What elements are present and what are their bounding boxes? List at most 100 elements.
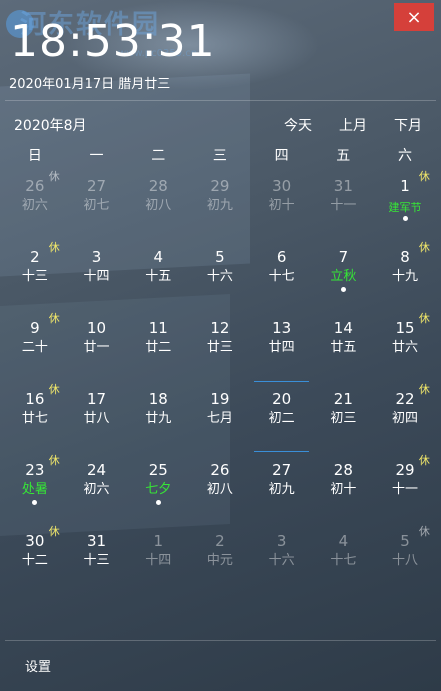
- holiday-badge: 休: [418, 312, 430, 325]
- day-cell[interactable]: 2 中元: [189, 523, 251, 594]
- event-dot-icon: [32, 500, 38, 505]
- day-cell[interactable]: 10 廿一: [66, 310, 128, 381]
- day-cell[interactable]: 7 立秋: [313, 239, 375, 310]
- day-cell[interactable]: 28 初八: [127, 168, 189, 239]
- day-cell[interactable]: 12 廿三: [189, 310, 251, 381]
- lunar-date: 初八: [206, 482, 233, 497]
- weekday-header: 日 一 二 三 四 五 六: [4, 145, 436, 165]
- day-cell[interactable]: 1 十四: [127, 523, 189, 594]
- day-number: 3: [276, 532, 287, 550]
- day-number: 1: [153, 532, 163, 550]
- event-dot-icon: [340, 287, 346, 292]
- day-number: 21: [333, 390, 353, 408]
- event-dot-icon: [155, 500, 161, 505]
- weekday-label: 四: [274, 148, 289, 164]
- day-cell[interactable]: 15 廿六休: [374, 310, 436, 381]
- lunar-date: 中元: [206, 553, 233, 568]
- day-cell[interactable]: 30 初十: [251, 168, 313, 239]
- day-number: 31: [86, 532, 107, 550]
- day-number: 10: [86, 319, 107, 337]
- day-cell[interactable]: 3 十四: [66, 239, 128, 310]
- day-cell[interactable]: 1 建军节休: [374, 168, 436, 239]
- lunar-date: 十三: [21, 269, 48, 284]
- lunar-date: 初六: [83, 482, 110, 497]
- holiday-badge: 休: [48, 383, 60, 396]
- day-cell[interactable]: 11 廿二: [127, 310, 189, 381]
- divider: [5, 640, 436, 641]
- day-number: 7: [338, 248, 349, 266]
- holiday-badge: 休: [418, 241, 430, 254]
- lunar-date: 十五: [145, 269, 172, 284]
- day-cell[interactable]: 9 二十休: [4, 310, 66, 381]
- day-cell[interactable]: 8 十九休: [374, 239, 436, 310]
- day-cell[interactable]: 13 廿四: [251, 310, 313, 381]
- festival-label: 立秋: [330, 269, 357, 284]
- day-cell[interactable]: 26 初六休: [4, 168, 66, 239]
- day-cell[interactable]: 18 廿九: [127, 381, 189, 452]
- lunar-date: 初八: [145, 198, 172, 213]
- day-cell[interactable]: 27 初七: [66, 168, 128, 239]
- day-number: 18: [148, 390, 168, 408]
- day-cell[interactable]: 22 初四休: [374, 381, 436, 452]
- day-cell[interactable]: 16 廿七休: [4, 381, 66, 452]
- day-cell[interactable]: 19 七月: [189, 381, 251, 452]
- day-cell[interactable]: 26 初八: [189, 452, 251, 523]
- day-cell[interactable]: 23 处暑休: [4, 452, 66, 523]
- lunar-date: 廿八: [83, 411, 110, 426]
- day-number: 13: [272, 319, 292, 337]
- settings-button[interactable]: 设置: [25, 656, 51, 675]
- day-cell[interactable]: 28 初十: [313, 452, 375, 523]
- day-cell[interactable]: 24 初六: [66, 452, 128, 523]
- lunar-date: 初三: [330, 411, 357, 426]
- day-number: 20: [272, 390, 292, 408]
- day-cell[interactable]: 4 十七: [313, 523, 375, 594]
- prev-month-button[interactable]: 上月: [339, 115, 367, 135]
- lunar-date: 二十: [21, 340, 48, 355]
- day-number: 29: [210, 177, 230, 195]
- lunar-date: 初十: [268, 198, 295, 213]
- next-month-button[interactable]: 下月: [394, 115, 422, 135]
- lunar-date: 初九: [206, 198, 233, 213]
- day-cell[interactable]: 17 廿八: [66, 381, 128, 452]
- day-cell[interactable]: 5 十八休: [374, 523, 436, 594]
- festival-label: 七夕: [145, 482, 172, 497]
- day-cell[interactable]: 21 初三: [313, 381, 375, 452]
- today-button[interactable]: 今天: [284, 115, 312, 135]
- current-date: 2020年01月17日 腊月廿三: [9, 77, 171, 92]
- day-number: 4: [338, 532, 349, 550]
- day-number: 31: [333, 177, 353, 195]
- day-cell[interactable]: 4 十五: [127, 239, 189, 310]
- day-number: 28: [333, 461, 353, 479]
- day-cell[interactable]: 25 七夕: [127, 452, 189, 523]
- day-cell[interactable]: 31 十一: [313, 168, 375, 239]
- lunar-date: 初四: [392, 411, 419, 426]
- holiday-badge: 休: [48, 525, 60, 538]
- day-cell[interactable]: 14 廿五: [313, 310, 375, 381]
- day-cell[interactable]: 29 十一休: [374, 452, 436, 523]
- day-number: 30: [272, 177, 292, 195]
- day-cell[interactable]: 29 初九: [189, 168, 251, 239]
- day-cell[interactable]: 27 初九: [251, 452, 313, 523]
- day-cell[interactable]: 31 十三: [66, 523, 128, 594]
- event-dot-icon: [402, 216, 408, 221]
- lunar-date: 廿四: [268, 340, 295, 355]
- day-number: 14: [333, 319, 353, 337]
- day-number: 28: [148, 177, 168, 195]
- close-button[interactable]: ×: [394, 3, 434, 31]
- holiday-badge: 休: [48, 241, 60, 254]
- day-cell[interactable]: 2 十三休: [4, 239, 66, 310]
- day-number: 19: [210, 390, 230, 408]
- day-cell[interactable]: 20 初二: [251, 381, 313, 452]
- day-cell[interactable]: 3 十六: [251, 523, 313, 594]
- lunar-date: 十七: [268, 269, 295, 284]
- lunar-date: 廿三: [206, 340, 233, 355]
- lunar-date: 十六: [206, 269, 233, 284]
- day-cell[interactable]: 30 十二休: [4, 523, 66, 594]
- holiday-badge: 休: [418, 383, 430, 396]
- day-cell[interactable]: 6 十七: [251, 239, 313, 310]
- today-indicator-top: [253, 381, 310, 382]
- lunar-date: 廿一: [83, 340, 110, 355]
- lunar-date: 十四: [83, 269, 110, 284]
- day-cell[interactable]: 5 十六: [189, 239, 251, 310]
- festival-label: 建军节: [388, 201, 422, 214]
